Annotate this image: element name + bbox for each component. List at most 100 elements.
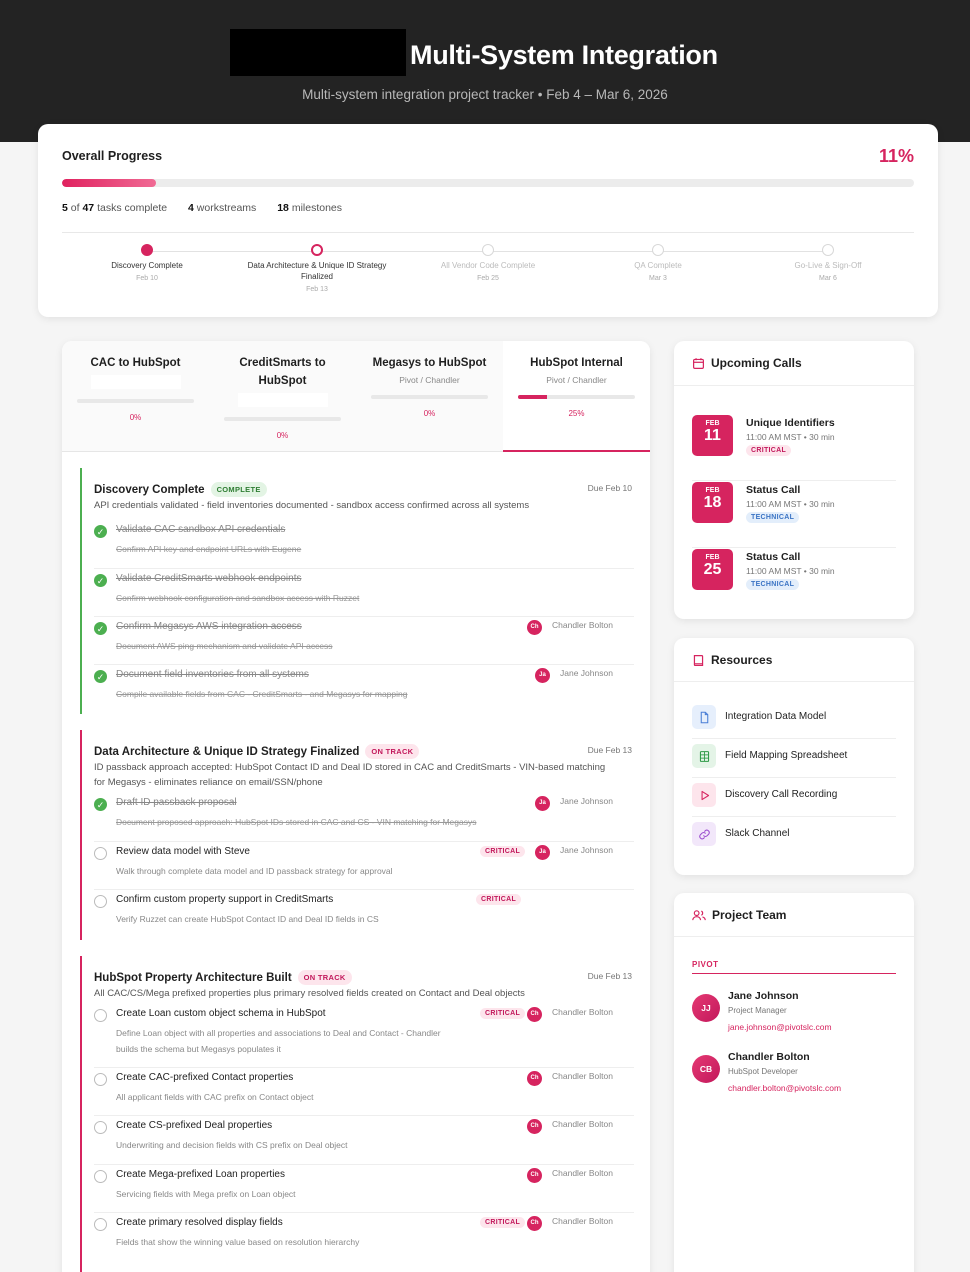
section-due-date: Due Feb 13 xyxy=(587,971,632,981)
milestone-label: QA Complete xyxy=(634,261,682,270)
call-date-badge: FEB 11 xyxy=(692,415,733,456)
workstream-percent: 0% xyxy=(129,413,142,422)
divider xyxy=(62,232,914,233)
overall-progress-title: Overall Progress xyxy=(62,149,163,163)
milestone-section: Discovery Complete COMPLETE Due Feb 10 API … xyxy=(80,468,634,714)
call-time: 11:00 AM MST • 30 min xyxy=(746,432,835,442)
task-checkbox[interactable] xyxy=(94,1170,107,1183)
workstream-name: CAC to HubSpot xyxy=(90,357,181,369)
workstream-progress-bar xyxy=(518,395,635,399)
assignee-avatar: Ja xyxy=(535,845,550,860)
status-badge: ON TRACK xyxy=(365,744,420,759)
call-item[interactable]: FEB 11 Unique Identifiers 11:00 AM MST • 30… xyxy=(692,415,896,481)
task-row: Create primary resolved display fields Fi… xyxy=(94,1213,634,1261)
workstream-tab[interactable]: Megasys to HubSpot Pivot / Chandler 0% xyxy=(356,341,503,452)
task-row: ✓ Draft ID passback proposal Document prop… xyxy=(94,793,634,842)
workstream-percent: 0% xyxy=(276,431,289,440)
task-checkbox-checked[interactable]: ✓ xyxy=(94,798,107,811)
call-item[interactable]: FEB 18 Status Call 11:00 AM MST • 30 min TEC… xyxy=(692,482,896,548)
resource-link[interactable]: Discovery Call Recording xyxy=(692,778,896,817)
overall-progress-card: Overall Progress 11% 5 of 47 tasks compl… xyxy=(38,124,938,317)
check-icon: ✓ xyxy=(96,672,105,682)
assignee-name: Chandler Bolton xyxy=(552,1216,613,1226)
task-description: Walk through complete data model and ID … xyxy=(116,866,393,876)
milestones-count: 18 xyxy=(277,202,289,214)
task-checkbox[interactable] xyxy=(94,1009,107,1022)
workstreams-label: workstreams xyxy=(196,202,257,214)
resources-title: Resources xyxy=(711,653,773,667)
divider xyxy=(674,936,914,937)
divider xyxy=(674,681,914,682)
call-month: FEB xyxy=(705,554,720,561)
milestones-label: milestones xyxy=(291,202,343,214)
call-date-badge: FEB 18 xyxy=(692,482,733,523)
tasks-done-count: 5 xyxy=(62,202,68,214)
assignee-name: Jane Johnson xyxy=(560,845,613,855)
divider xyxy=(674,385,914,386)
milestone: Data Architecture & Unique ID Strategy F… xyxy=(232,244,402,293)
workstream-owner: Pivot / Chandler xyxy=(399,375,460,385)
workstream-tab[interactable]: CAC to HubSpot 0% xyxy=(62,341,209,452)
task-description: All applicant fields with CAC prefix on … xyxy=(116,1092,314,1102)
project-team-header: Project Team xyxy=(692,908,786,922)
section-description: API credentials validated - field invent… xyxy=(94,500,530,511)
section-header: Data Architecture & Unique ID Strategy F… xyxy=(94,744,420,759)
assignee-avatar: Ch xyxy=(527,1119,542,1134)
task-checkbox-checked[interactable]: ✓ xyxy=(94,574,107,587)
task-checkbox-checked[interactable]: ✓ xyxy=(94,622,107,635)
assignee-avatar: Ch xyxy=(527,1007,542,1022)
workstream-progress-bar xyxy=(371,395,488,399)
call-title: Status Call xyxy=(746,551,801,563)
task-checkbox[interactable] xyxy=(94,847,107,860)
project-team-title: Project Team xyxy=(712,908,787,922)
section-header: Discovery Complete COMPLETE xyxy=(94,482,267,497)
assignee-name: Chandler Bolton xyxy=(552,620,613,630)
calendar-icon xyxy=(693,357,704,369)
workstream-progress-fill xyxy=(518,395,548,399)
resource-link[interactable]: Slack Channel xyxy=(692,817,896,856)
member-email-link[interactable]: jane.johnson@pivotslc.com xyxy=(728,1022,832,1032)
call-day: 11 xyxy=(704,427,721,444)
task-title: Create Loan custom object schema in HubS… xyxy=(116,1008,326,1019)
task-checkbox[interactable] xyxy=(94,1073,107,1086)
resource-link[interactable]: Field Mapping Spreadsheet xyxy=(692,739,896,778)
assignee-name: Jane Johnson xyxy=(560,796,613,806)
milestone-dot xyxy=(141,244,153,256)
tasks-of-text: of xyxy=(70,202,80,214)
workstream-tab[interactable]: CreditSmarts to HubSpot 0% xyxy=(209,341,356,452)
milestone-dot xyxy=(482,244,494,256)
resources-header: Resources xyxy=(692,653,772,667)
task-checkbox[interactable] xyxy=(94,1121,107,1134)
page-subtitle: Multi-system integration project tracker… xyxy=(302,87,668,102)
call-time: 11:00 AM MST • 30 min xyxy=(746,566,835,576)
overall-progress-bar xyxy=(62,179,914,187)
assignee-avatar: Ch xyxy=(527,1168,542,1183)
assignee-name: Chandler Bolton xyxy=(552,1007,613,1017)
workstream-tab[interactable]: HubSpot Internal Pivot / Chandler 25% xyxy=(503,341,650,452)
check-icon: ✓ xyxy=(96,624,105,634)
member-email-link[interactable]: chandler.bolton@pivotslc.com xyxy=(728,1083,841,1093)
task-checkbox[interactable] xyxy=(94,1218,107,1231)
section-due-date: Due Feb 13 xyxy=(587,745,632,755)
call-tag: TECHNICAL xyxy=(746,579,800,590)
task-description: Servicing fields with Mega prefix on Loa… xyxy=(116,1189,296,1199)
milestone-date: Mar 3 xyxy=(649,274,667,282)
task-title: Document field inventories from all syst… xyxy=(116,669,309,680)
task-title: Draft ID passback proposal xyxy=(116,797,237,808)
call-month: FEB xyxy=(705,487,720,494)
task-row: ✓ Validate CAC sandbox API credentials Con… xyxy=(94,520,634,569)
milestone-dot xyxy=(652,244,664,256)
task-checkbox-checked[interactable]: ✓ xyxy=(94,670,107,683)
call-item[interactable]: FEB 25 Status Call 11:00 AM MST • 30 min TEC… xyxy=(692,549,896,615)
task-row: Review data model with Steve Walk through… xyxy=(94,842,634,890)
resource-link[interactable]: Integration Data Model xyxy=(692,700,896,739)
task-checkbox-checked[interactable]: ✓ xyxy=(94,525,107,538)
workstream-percent: 25% xyxy=(568,409,585,418)
assignee-avatar: Ja xyxy=(535,796,550,811)
task-title: Validate CreditSmarts webhook endpoints xyxy=(116,573,302,584)
task-row: Create CS-prefixed Deal properties Underw… xyxy=(94,1116,634,1165)
tasks-suffix-text: tasks complete xyxy=(97,202,168,214)
redacted-owner xyxy=(90,375,181,389)
task-checkbox[interactable] xyxy=(94,895,107,908)
redacted-owner xyxy=(237,393,328,407)
